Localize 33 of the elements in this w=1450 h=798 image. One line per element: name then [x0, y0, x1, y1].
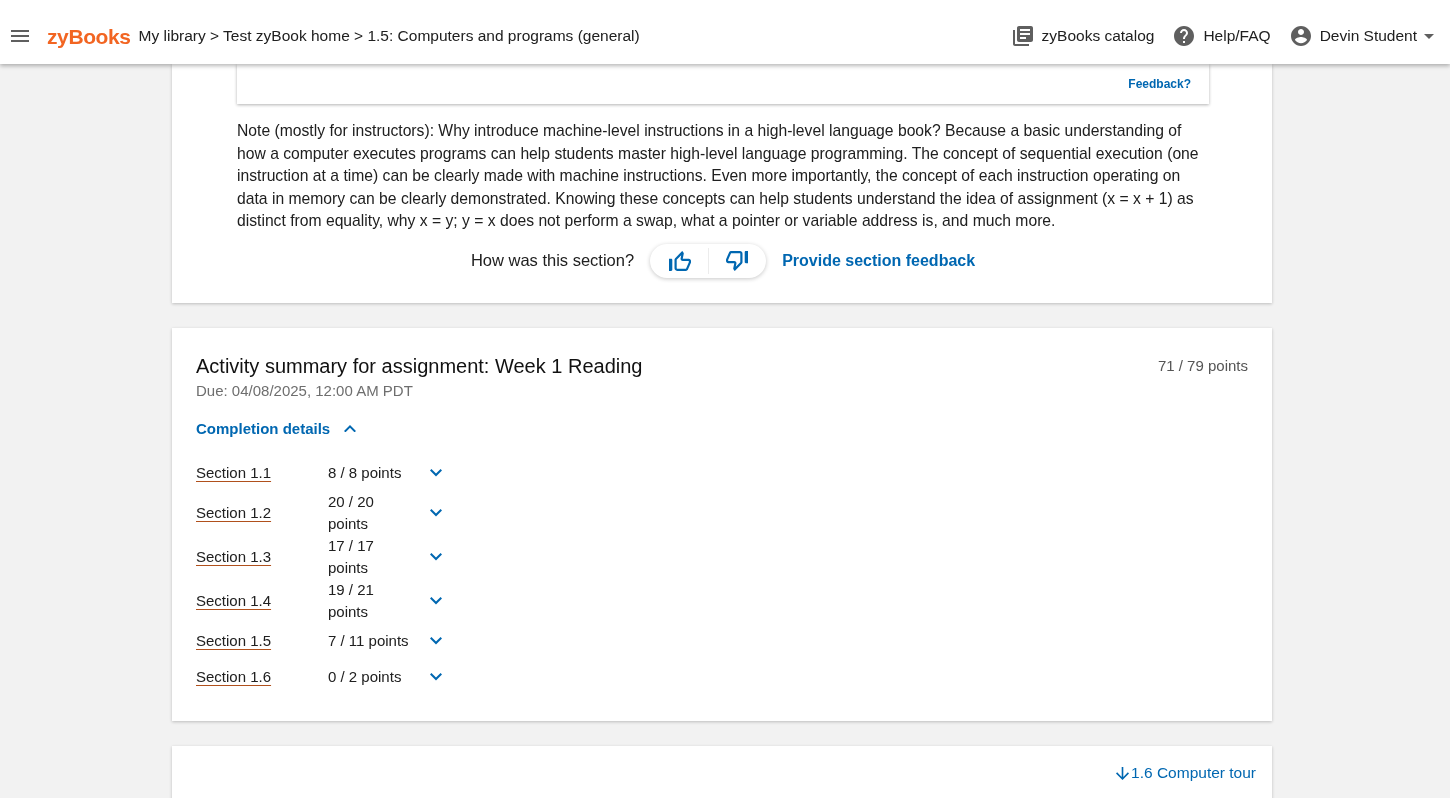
menu-icon	[11, 30, 29, 42]
completion-details-toggle[interactable]: Completion details	[196, 417, 357, 440]
user-menu[interactable]: Devin Student	[1290, 24, 1434, 48]
arrow-down-icon	[1116, 766, 1130, 780]
section-points: 8 / 8 points	[328, 463, 403, 483]
feedback-link[interactable]: Feedback?	[1128, 75, 1191, 93]
section-points: 17 / 17 points	[328, 536, 375, 578]
breadcrumb: My library > Test zyBook home > 1.5: Computers and programs (general)	[138, 26, 640, 47]
help-icon	[1174, 26, 1195, 46]
section-link[interactable]: Section 1.2	[196, 502, 272, 524]
total-points: 71 / 79 points	[1157, 355, 1248, 376]
section-feedback-link[interactable]: Provide section feedback	[782, 248, 976, 273]
help-link[interactable]: Help/FAQ	[1174, 24, 1271, 48]
note-text: Note (mostly for instructors): Why introduce machine-level instructions in a high-level language book? Because a basic understanding of how a computer executes programs can help students master high-level language programming. The concept of sequential execution (one instruction at a time) can be clearly made with machine instructions. Even more importantly, the concept of each instruction operating on data in memory can be clearly demonstrated. Knowing these concepts can help students understand the idea of assignment (x = x + 1) as distinct from equality, why x = y; y = x does not perform a swap, what a pointer or variable address is, and much more.	[237, 121, 1200, 231]
section-link[interactable]: Section 1.4	[196, 590, 272, 612]
section-points: 0 / 2 points	[328, 667, 403, 687]
section-points: 19 / 21 points	[328, 580, 375, 622]
section-link[interactable]: Section 1.5	[196, 630, 272, 652]
thumbs-down-icon	[725, 250, 748, 271]
due-date: Due: 04/08/2025, 12:00 AM PDT	[196, 380, 414, 401]
next-section-link[interactable]: 1.6 Computer tour	[1116, 762, 1256, 784]
section-link[interactable]: Section 1.3	[196, 546, 272, 568]
section-link[interactable]: Section 1.1	[196, 462, 272, 484]
catalog-link[interactable]: zyBooks catalog	[1012, 24, 1155, 48]
account-icon	[1290, 26, 1311, 46]
library-icon	[1012, 26, 1033, 46]
summary-title: Activity summary for assignment: Week 1 Reading	[196, 353, 643, 379]
thumbs-up-icon	[669, 250, 692, 271]
section-link[interactable]: Section 1.6	[196, 666, 272, 688]
section-points: 7 / 11 points	[328, 631, 410, 651]
section-points: 20 / 20 points	[328, 492, 375, 534]
rating-prompt: How was this section?	[470, 250, 635, 272]
caret-icon	[1424, 33, 1434, 39]
